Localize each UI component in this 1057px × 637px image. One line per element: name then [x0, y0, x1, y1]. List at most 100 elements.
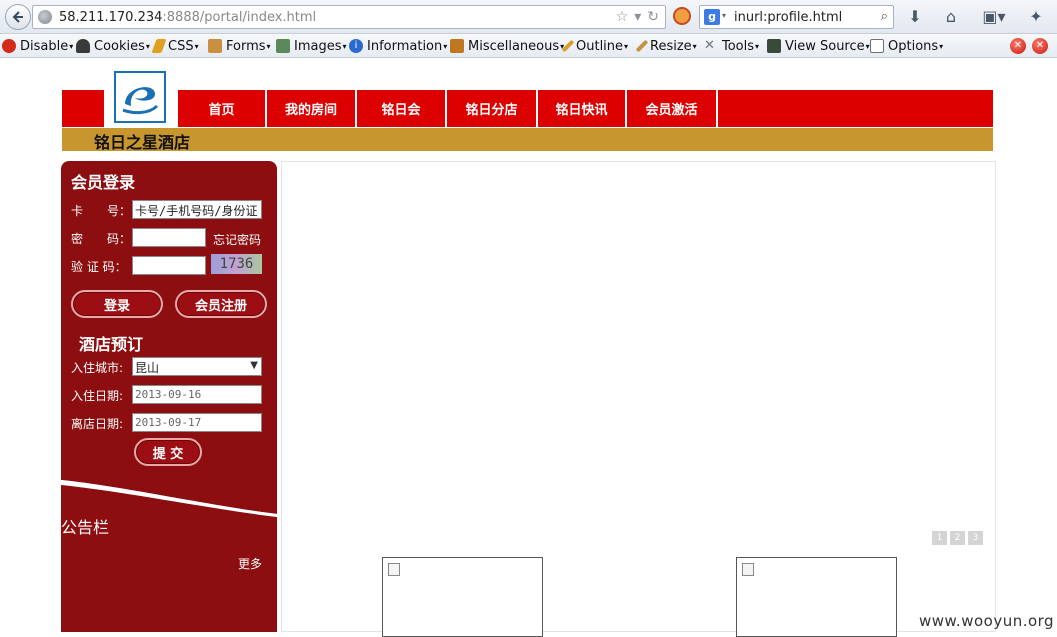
- search-icon[interactable]: ⌕: [881, 9, 888, 24]
- back-arrow-icon: [12, 11, 23, 23]
- password-input[interactable]: [132, 228, 206, 247]
- hotel-name: 铭日之星酒店: [94, 133, 191, 152]
- watermark: www.wooyun.org: [919, 612, 1055, 630]
- broken-image-icon: [388, 563, 400, 576]
- cookies-icon: [76, 39, 90, 53]
- dev-menu-label: Outline: [576, 38, 624, 54]
- dev-menu-label: Miscellaneous: [468, 38, 560, 54]
- dev-toolbar-error-icon[interactable]: ✕: [1010, 38, 1026, 54]
- captcha-label: 验 证 码：: [71, 260, 127, 274]
- dev-menu-cookies[interactable]: Cookies ▾: [76, 38, 150, 54]
- image-placeholder[interactable]: [736, 557, 897, 637]
- google-icon[interactable]: g: [704, 9, 720, 25]
- dev-menu-miscellaneous[interactable]: Miscellaneous ▾: [450, 38, 564, 54]
- dropdown-arrow-icon[interactable]: ▾: [634, 9, 641, 25]
- miscellaneous-icon: [450, 39, 464, 53]
- dev-menu-label: CSS: [168, 38, 194, 54]
- card-label: 卡 号：: [71, 204, 132, 218]
- nav-club[interactable]: 铭日会: [355, 90, 445, 127]
- tools-icon: ✕: [704, 38, 715, 53]
- dev-menu-label: Images: [294, 38, 342, 54]
- notice-title: 公告栏: [61, 518, 110, 537]
- pager-3[interactable]: 3: [968, 531, 983, 545]
- view-source-icon: [767, 39, 781, 53]
- search-bar[interactable]: g ▾ inurl:profile.html ⌕: [699, 5, 894, 29]
- url-bar-icons: ☆ ▾ ↻: [616, 9, 659, 25]
- login-button[interactable]: 登录: [71, 290, 163, 318]
- checkin-label: 入住日期:: [71, 389, 124, 403]
- image-placeholder[interactable]: [382, 557, 543, 637]
- noscript-icon[interactable]: [673, 7, 691, 25]
- dev-menu-label: Options: [888, 38, 939, 54]
- outline-icon: [561, 39, 575, 53]
- captcha-image[interactable]: 1736: [211, 254, 262, 274]
- nav-news[interactable]: 铭日快讯: [536, 90, 625, 127]
- nav-divider: [716, 90, 718, 127]
- password-label: 密 码：: [71, 232, 132, 246]
- pager-1[interactable]: 1: [932, 531, 947, 545]
- broken-image-icon: [742, 563, 754, 576]
- nav-home[interactable]: 首页: [176, 90, 265, 127]
- checkout-date-input[interactable]: 2013-09-17: [132, 413, 262, 432]
- logo-swirl-icon: [122, 87, 159, 115]
- city-label: 入住城市:: [71, 361, 124, 375]
- login-title: 会员登录: [71, 173, 136, 192]
- city-select[interactable]: 昆山 ▼: [132, 357, 262, 376]
- web-developer-toolbar: Disable ▾ Cookies ▾ CSS ▾ Forms ▾ Images ▾ iI…: [0, 34, 1057, 58]
- download-icon[interactable]: ⬇: [905, 7, 925, 27]
- url-bar[interactable]: 58.211.170.234:8888/portal/index.html ☆ …: [32, 5, 666, 29]
- checkout-label: 离店日期:: [71, 417, 124, 431]
- dev-menu-label: Tools: [722, 38, 755, 54]
- dev-menu-forms[interactable]: Forms ▾: [208, 38, 271, 54]
- city-value: 昆山: [135, 361, 160, 375]
- bookmark-star-icon[interactable]: ☆: [616, 9, 629, 25]
- dev-menu-resize[interactable]: Resize ▾: [635, 38, 697, 54]
- dev-menu-label: Cookies: [94, 38, 145, 54]
- search-engine-dropdown-icon[interactable]: ▾: [722, 11, 726, 20]
- dev-menu-outline[interactable]: Outline ▾: [561, 38, 628, 54]
- options-icon: [870, 39, 884, 53]
- submit-booking-button[interactable]: 提 交: [134, 438, 202, 466]
- search-input[interactable]: inurl:profile.html: [734, 10, 842, 25]
- card-number-input[interactable]: 卡号/手机号码/身份证: [132, 200, 262, 219]
- browser-nav-bar: 58.211.170.234:8888/portal/index.html ☆ …: [0, 0, 1057, 34]
- css-icon: [151, 39, 167, 53]
- dev-menu-view-source[interactable]: View Source ▾: [767, 38, 870, 54]
- notice-more-link[interactable]: 更多: [238, 555, 262, 572]
- register-button[interactable]: 会员注册: [175, 290, 267, 318]
- resize-icon: [635, 39, 649, 53]
- bookmarks-menu-icon[interactable]: ▣▾: [978, 7, 1010, 27]
- checkin-date-input[interactable]: 2013-09-16: [132, 385, 262, 404]
- information-icon: i: [349, 39, 363, 53]
- dev-menu-label: Forms: [226, 38, 266, 54]
- dev-menu-label: Resize: [650, 38, 692, 54]
- globe-icon: [38, 10, 52, 24]
- dev-menu-images[interactable]: Images ▾: [276, 38, 347, 54]
- nav-my-room[interactable]: 我的房间: [265, 90, 355, 127]
- dev-menu-label: Disable: [20, 38, 69, 54]
- hotel-name-bar: [62, 128, 993, 151]
- captcha-input[interactable]: [132, 256, 206, 275]
- back-button[interactable]: [5, 4, 31, 30]
- dev-menu-information[interactable]: i Information ▾: [349, 38, 447, 54]
- url-text: 58.211.170.234:8888/portal/index.html: [59, 10, 316, 25]
- dev-menu-options[interactable]: Options ▾: [870, 38, 943, 54]
- sidebar: 会员登录 卡 号： 卡号/手机号码/身份证 密 码： 忘记密码 验 证 码： 1…: [61, 161, 277, 632]
- extension-icon[interactable]: ✦: [1026, 7, 1046, 27]
- forms-icon: [208, 39, 222, 53]
- dev-toolbar-close-icon[interactable]: ✕: [1032, 38, 1048, 54]
- forgot-password-link[interactable]: 忘记密码: [213, 231, 261, 248]
- logo-mark: [114, 71, 166, 123]
- reload-icon[interactable]: ↻: [647, 9, 659, 25]
- dev-menu-tools[interactable]: ✕ Tools ▾: [704, 38, 759, 54]
- site-logo[interactable]: [104, 69, 176, 127]
- dev-menu-label: Information: [367, 38, 443, 54]
- chevron-down-icon: ▼: [250, 360, 258, 371]
- home-icon[interactable]: ⌂: [941, 7, 961, 27]
- dev-menu-css[interactable]: CSS ▾: [151, 38, 199, 54]
- pager-2[interactable]: 2: [950, 531, 965, 545]
- dev-menu-disable[interactable]: Disable ▾: [2, 38, 73, 54]
- url-path: :8888/portal/index.html: [162, 10, 317, 25]
- nav-member-activation[interactable]: 会员激活: [625, 90, 716, 127]
- nav-branches[interactable]: 铭日分店: [445, 90, 536, 127]
